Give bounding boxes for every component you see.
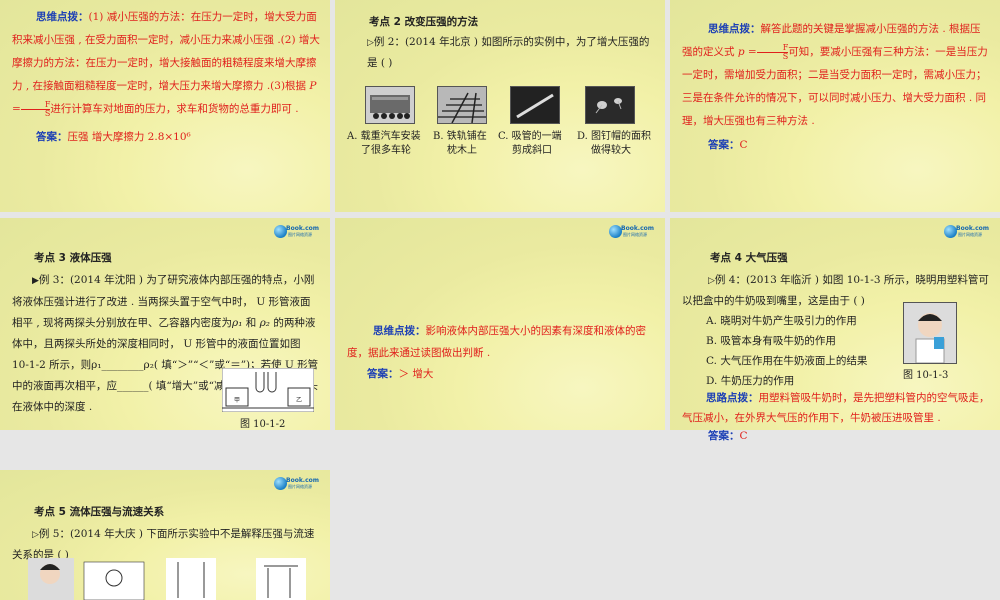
experiment-photos [28,558,306,600]
section-title: 考点 4 大气压强 [710,252,788,264]
section-title: 考点 2 改变压强的方法 [369,16,479,28]
triangle-icon: ▶ [32,276,39,286]
boy-drinking-photo [903,302,957,364]
answer-text: 压强 增大摩擦力 2.8×10⁶ [67,131,191,143]
slide-3[interactable]: 思维点拨：解答此题的关键是掌握减小压强的方法 . 根据压强的定义式 p = F S 可… [670,0,1000,212]
section-title: 考点 5 流体压强与流速关系 [34,506,165,518]
logo: Book.com 图片网络资源 [944,224,989,240]
thumbtack-photo [585,86,635,124]
answer-text: ＞ 增大 [398,368,434,380]
hint-label: 思路点拨： [706,392,759,404]
triangle-icon: ▷ [32,530,39,540]
svg-text:甲: 甲 [234,397,240,404]
triangle-icon: ▷ [367,38,374,48]
answer-label: 答案： [367,368,399,380]
section-title: 考点 3 液体压强 [34,252,112,264]
hint-text-tail: 可知，要减小压强有三种方法：一是当压力一定时，需增加受力面积；二是当受力面积一定… [682,46,988,127]
slide-1[interactable]: 思维点拨：(1) 减小压强的方法：在压力一定时，增大受力面积来减小压强 , 在受… [0,0,330,212]
option-b[interactable]: B. 吸管本身有吸牛奶的作用 [706,331,906,351]
slide-4[interactable]: Book.com 图片网络资源 考点 3 液体压强 ▶例 3：(2014 年沈阳 … [0,218,330,430]
option-c[interactable]: C. 大气压作用在牛奶液面上的结果 [706,351,906,371]
slide-6-answer: 答案：C [708,430,748,442]
option-c[interactable]: C. 吸管的一端 剪成斜口 [498,130,578,158]
hint-label: 思维点拨： [373,325,426,337]
example-text: 例 2：(2014 年北京 ) 如图所示的实例中，为了增大压强的是 ( ) [367,36,650,69]
option-a[interactable]: A. 晓明对牛奶产生吸引力的作用 [706,311,906,331]
example-text: 例 5：(2014 年大庆 ) 下面所示实验中不是解释压强与流速关系的是 ( ) [12,528,315,561]
options-list: A. 晓明对牛奶产生吸引力的作用 B. 吸管本身有吸牛奶的作用 C. 大气压作用… [682,311,906,391]
option-b[interactable]: B. 铁轨铺在 枕木上 [433,130,503,158]
hint-label: 思维点拨： [36,11,89,23]
slide-7[interactable]: Book.com 图片网络资源 考点 5 流体压强与流速关系 ▷例 5：(2014… [0,470,330,600]
logo: Book.com 图片网络资源 [609,224,654,240]
slide-6[interactable]: Book.com 图片网络资源 考点 4 大气压强 ▷例 4：(2013 年临沂 … [670,218,1000,430]
logo: Book.com 图片网络资源 [274,224,319,240]
slide-5[interactable]: Book.com 图片网络资源 思维点拨：影响液体内部压强大小的因素有深度和液体的… [335,218,665,430]
u-tube-figure: 甲 乙 [222,368,314,412]
railway-photo [437,86,487,124]
answer-label: 答案： [36,131,68,143]
triangle-icon: ▷ [708,276,715,286]
truck-photo [365,86,415,124]
figure-caption: 图 10-1-2 [240,419,286,430]
answer-label: 答案： [708,139,740,151]
hint-label: 思维点拨： [708,23,761,35]
slide-2[interactable]: 考点 2 改变压强的方法 ▷例 2：(2014 年北京 ) 如图所示的实例中，为… [335,0,665,212]
option-a[interactable]: A. 载重汽车安装 了很多车轮 [347,130,427,158]
hint-text: (1) 减小压强的方法：在压力一定时，增大受力面积来减小压强 , 在受力面积一定… [12,11,320,92]
straw-photo [510,86,560,124]
hint-text-tail: 进行计算车对地面的压力，求车和货物的总重力即可 . [50,103,299,115]
option-d[interactable]: D. 图钉帽的面积 做得较大 [577,130,662,158]
logo: Book.com 图片网络资源 [274,476,319,492]
figure-caption: 图 10-1-3 [903,370,949,381]
formula: p = F S [737,42,789,61]
svg-text:乙: 乙 [296,397,302,404]
answer-text: C [739,139,748,151]
